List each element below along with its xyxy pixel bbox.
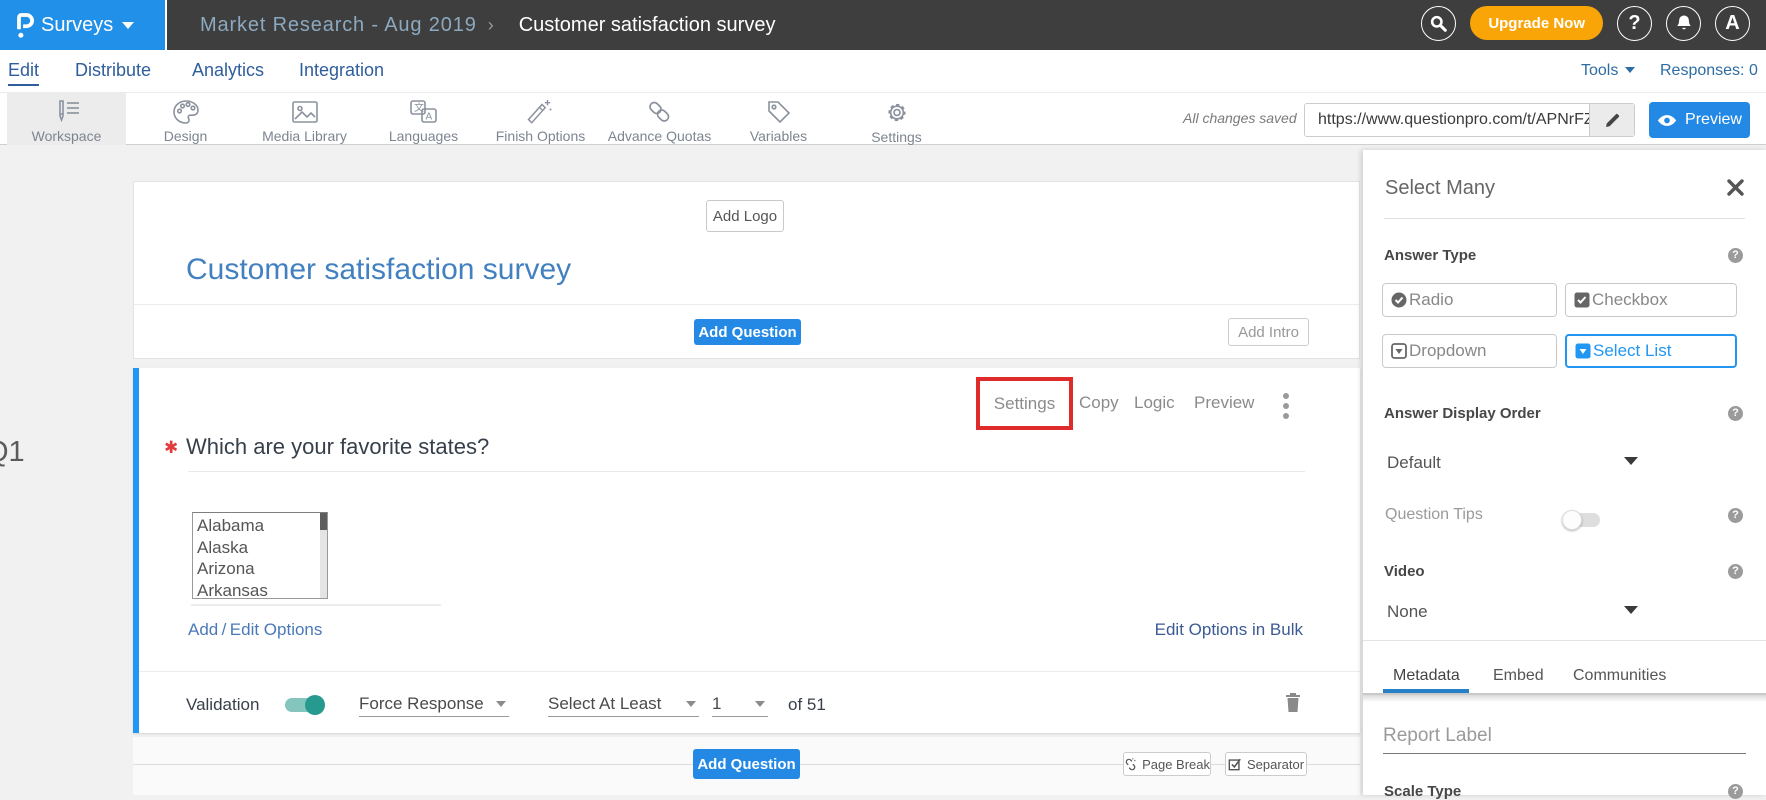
svg-text:A: A	[425, 112, 432, 123]
svg-text:文: 文	[414, 101, 424, 114]
